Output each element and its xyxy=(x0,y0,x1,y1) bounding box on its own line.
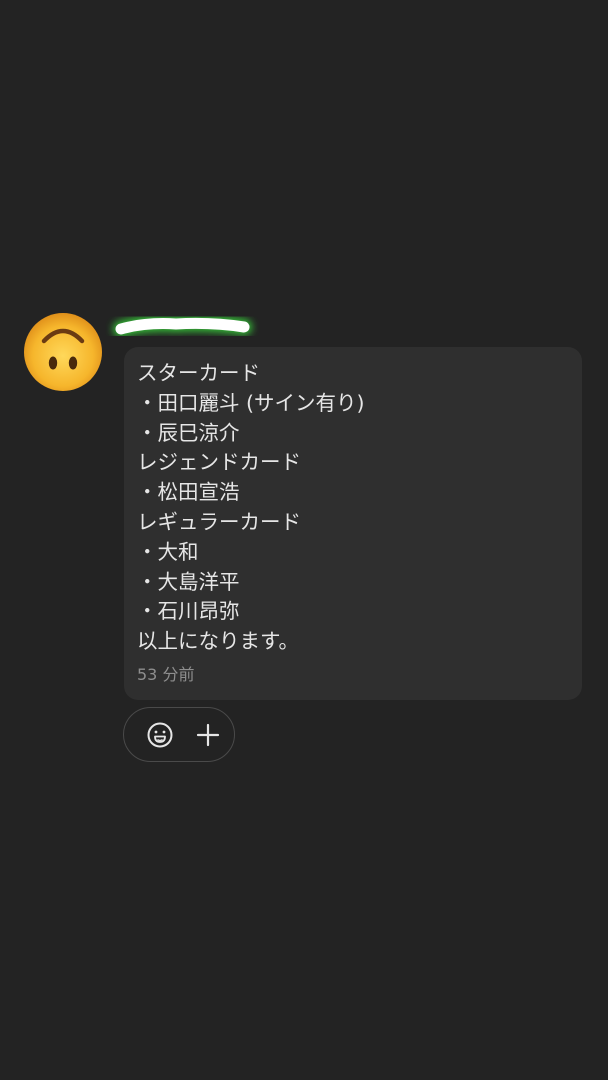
add-reaction-button[interactable] xyxy=(146,721,174,749)
message-line: ・大和 xyxy=(137,539,199,564)
message-line: ・大島洋平 xyxy=(137,569,240,594)
more-reactions-button[interactable] xyxy=(194,721,222,749)
smiley-face-icon xyxy=(147,722,173,748)
message-line: ・田口麗斗 (サイン有り) xyxy=(137,390,365,415)
message-line: ・辰巳涼介 xyxy=(137,420,240,445)
plus-icon xyxy=(196,723,220,747)
message-line: 以上になります。 xyxy=(137,629,299,654)
upside-down-face-emoji-icon[interactable] xyxy=(22,311,104,393)
message-line: レジェンドカード xyxy=(137,450,301,475)
sender-name-redacted xyxy=(113,315,252,339)
reaction-bar xyxy=(123,707,235,762)
message-line: レギュラーカード xyxy=(137,509,301,534)
message-line: ・松田宣浩 xyxy=(137,480,240,505)
message-bubble[interactable]: スターカード ・田口麗斗 (サイン有り) ・辰巳涼介 レジェンドカード ・松田宣… xyxy=(124,347,582,700)
chat-screen: スターカード ・田口麗斗 (サイン有り) ・辰巳涼介 レジェンドカード ・松田宣… xyxy=(0,0,608,1080)
message-line: スターカード xyxy=(137,361,260,385)
message-line: ・石川昂弥 xyxy=(137,599,240,624)
message-timestamp: 53 分前 xyxy=(137,664,195,684)
